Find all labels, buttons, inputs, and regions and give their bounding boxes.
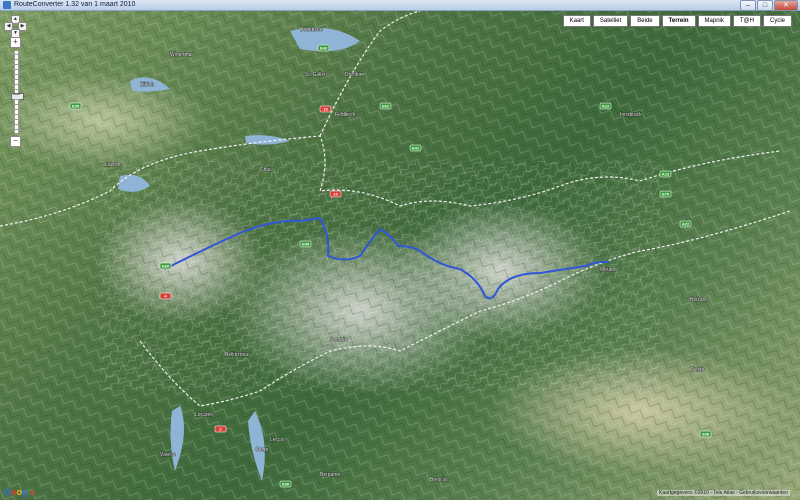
road-shield: S38 [699,430,712,438]
road-shield-label: E41 [412,146,420,151]
alpine-relief [100,161,660,391]
minimize-button[interactable]: – [740,0,756,11]
road-shield: S36 [279,480,292,488]
road-shield-label: A22 [682,222,690,227]
road-shield: E62 [379,102,392,110]
road-shield: A13 [659,170,672,178]
road-shield-label: E60 [162,264,170,269]
place-label: Varese [160,452,176,458]
map-type-t-h-button[interactable]: T@H [732,15,761,27]
zoom-tick [13,64,20,65]
terrain-map[interactable]: Winterthur Zürich St. Gallen Dornbirn Bodens… [0,11,800,500]
map-type-cycle-button[interactable]: Cycle [762,15,792,27]
place-label: Winterthur [170,52,193,58]
zoom-slider[interactable] [11,50,24,134]
road-shield-label: S38 [702,432,710,437]
place-label: Como [255,447,269,453]
road-shield-label: A13 [662,172,670,177]
zoom-tick [13,59,20,60]
road-shield: A22 [679,220,692,228]
place-label: Bellinzona [225,352,248,358]
zoom-tick [13,79,20,80]
zoom-tick [13,109,20,110]
window-controls: – □ ✕ [740,0,798,11]
close-button[interactable]: ✕ [774,0,798,11]
map-type-satelliet-button[interactable]: Satelliet [592,15,629,27]
zoom-tick [13,69,20,70]
place-label: Innsbruck [620,112,642,118]
window-title: RouteConverter 1.32 van 1 maart 2010 [14,1,136,8]
zoom-tick [13,74,20,75]
road-shield: 13 [329,190,342,198]
title-bar[interactable]: RouteConverter 1.32 van 1 maart 2010 – □… [0,0,800,11]
map-type-selector: Kaart Satelliet Beide Terrein Mapnik T@H Cycle [562,15,792,27]
zoom-tick [13,54,20,55]
road-shield: A12 [599,102,612,110]
zoom-tick [13,114,20,115]
road-shield-label: E35 [72,104,80,109]
road-shield: 4 [159,292,172,300]
app-icon [3,1,11,9]
road-shield-label: E62 [382,104,390,109]
road-shield-label: E43 [320,46,328,51]
zoom-tick [13,124,20,125]
road-shield: 2 [214,425,227,433]
map-copyright: Kaartgegevens ©2010 - Tele Atlas - Gebru… [657,490,790,496]
road-shield: E45 [299,240,312,248]
place-label: Dornbirn [345,72,364,78]
pan-down-button[interactable]: ▼ [11,29,20,38]
road-shield: E43 [317,44,330,52]
place-label: Bolzano [690,297,708,303]
map-type-mapnik-button[interactable]: Mapnik [697,15,731,27]
road-shield-label: S36 [282,482,290,487]
map-type-terrein-button[interactable]: Terrein [661,15,696,27]
map-type-kaart-button[interactable]: Kaart [562,15,591,27]
place-label: Luzern [105,162,121,168]
zoom-tick [13,104,20,105]
place-label: Sondrio [330,337,347,343]
zoom-tick [13,99,20,100]
road-shield: 19 [319,105,332,113]
zoom-tick [13,119,20,120]
road-shield-label: A12 [602,104,610,109]
zoom-tick [13,84,20,85]
road-shield: E70 [659,190,672,198]
road-shield: E60 [159,262,172,270]
road-shield-label: E45 [302,242,310,247]
app-window: RouteConverter 1.32 van 1 maart 2010 – □… [0,0,800,500]
road-shield: E41 [409,144,422,152]
pan-control: ▲ ◀ ▶ ▼ [4,15,27,38]
google-logo: Google [4,487,35,497]
place-label: Brescia [430,477,447,483]
map-view[interactable]: Winterthur Zürich St. Gallen Dornbirn Bodens… [0,11,800,500]
zoom-tick [13,89,20,90]
place-label: Locarno [195,412,213,418]
place-label: Bergamo [320,472,341,478]
road-shield-label: 19 [323,107,328,112]
map-navigation-control: ▲ ◀ ▶ ▼ + − [4,15,27,147]
place-label: Zürich [140,82,154,88]
place-label: Chur [260,167,271,173]
road-shield-label: 13 [333,192,338,197]
map-type-beide-button[interactable]: Beide [630,15,660,27]
road-shield-label: E70 [662,192,670,197]
logo-letter: e [30,487,36,497]
zoom-out-button[interactable]: − [10,136,21,147]
road-shield: E35 [69,102,82,110]
maximize-button[interactable]: □ [757,0,773,11]
zoom-tick [13,94,20,95]
place-label: Bodensee [300,27,323,33]
place-label: Merano [600,267,617,273]
place-label: St. Gallen [305,72,327,78]
logo-letter: G [4,487,12,497]
place-label: Lecco [270,437,284,443]
place-label: Feldkirch [335,112,356,118]
zoom-tick [13,129,20,130]
place-label: Trento [690,367,704,373]
zoom-in-button[interactable]: + [10,37,21,48]
